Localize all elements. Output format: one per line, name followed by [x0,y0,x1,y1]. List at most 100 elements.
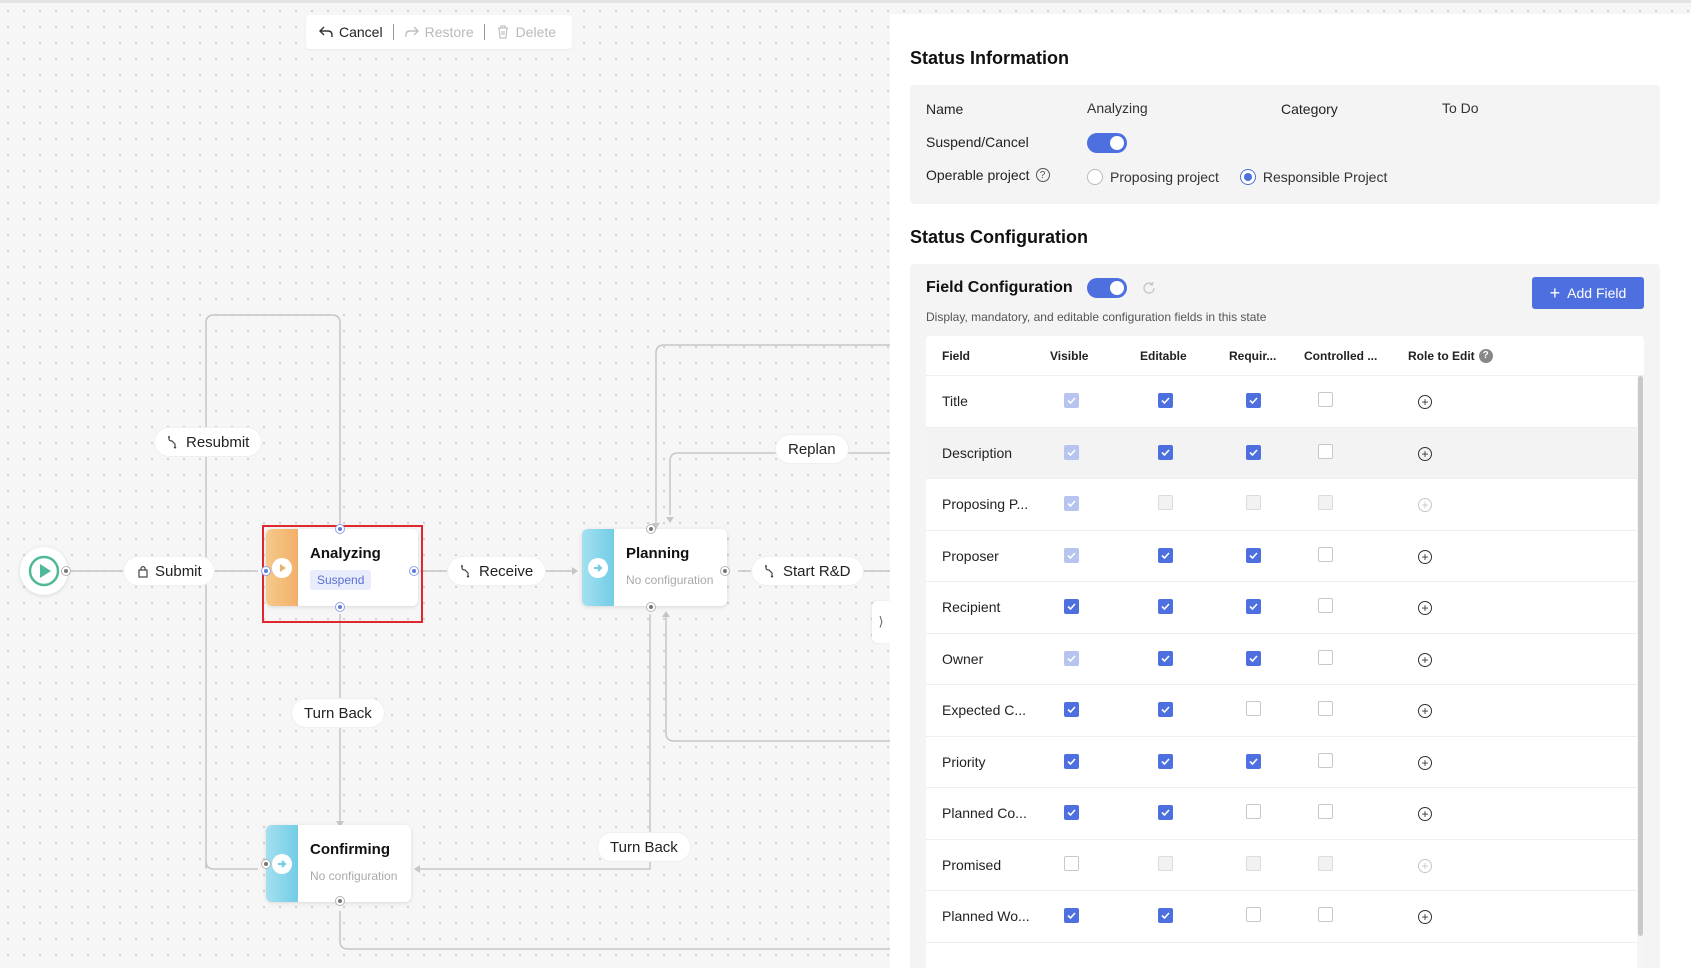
controlled-checkbox[interactable] [1318,804,1333,820]
add-role-icon[interactable]: + [1418,549,1432,564]
table-row[interactable]: Title + [926,376,1644,428]
required-checkbox[interactable] [1246,650,1261,666]
controlled-checkbox [1318,495,1333,511]
controlled-checkbox[interactable] [1318,598,1333,614]
radio-responsible-project[interactable]: Responsible Project [1239,169,1387,185]
table-scrollbar[interactable] [1637,376,1644,968]
controlled-checkbox[interactable] [1318,392,1333,408]
editable-checkbox[interactable] [1158,599,1173,615]
table-row[interactable]: Owner + [926,634,1644,685]
column-header-controlled: Controlled ... [1304,348,1378,363]
editable-checkbox[interactable] [1158,753,1173,769]
controlled-checkbox[interactable] [1318,907,1333,923]
editable-checkbox[interactable] [1158,444,1173,460]
node-port[interactable] [646,602,656,612]
editable-checkbox[interactable] [1158,547,1173,563]
table-row[interactable]: Planned Co... + [926,788,1644,840]
editable-checkbox[interactable] [1158,393,1173,409]
table-row[interactable]: Priority + [926,737,1644,788]
node-port[interactable] [646,524,656,534]
add-role-icon[interactable]: + [1418,704,1432,719]
delete-button[interactable]: Delete [491,24,560,40]
visible-checkbox[interactable] [1064,805,1079,821]
controlled-checkbox[interactable] [1318,701,1333,717]
node-planning[interactable]: Planning No configuration [582,529,727,606]
edge-submit[interactable]: Submit [124,557,214,585]
required-checkbox-cell [1229,444,1304,461]
restore-button[interactable]: Restore [400,24,478,40]
add-role-icon[interactable]: + [1418,446,1432,461]
add-role-icon[interactable]: + [1418,395,1432,410]
controlled-checkbox[interactable] [1318,546,1333,562]
node-confirming[interactable]: Confirming No configuration [266,825,411,902]
edge-start-rd[interactable]: Start R&D [752,557,863,585]
required-checkbox[interactable] [1246,701,1261,717]
edge-resubmit[interactable]: Resubmit [155,428,262,456]
node-port[interactable] [335,602,345,612]
add-role-icon[interactable]: + [1418,807,1432,822]
table-row[interactable]: Promised + [926,840,1644,891]
table-row[interactable]: Recipient + [926,582,1644,634]
node-port[interactable] [335,896,345,906]
required-checkbox [1246,495,1261,511]
editable-checkbox[interactable] [1158,805,1173,821]
editable-checkbox[interactable] [1158,702,1173,718]
edge-replan[interactable]: Replan [776,435,848,463]
column-header-required: Requir... [1229,348,1277,363]
node-port[interactable] [261,859,271,869]
required-checkbox[interactable] [1246,907,1261,923]
controlled-checkbox[interactable] [1318,649,1333,665]
controlled-checkbox-cell [1304,701,1408,719]
visible-checkbox-cell [1050,547,1140,564]
help-icon[interactable]: ? [1035,168,1050,182]
edge-receive[interactable]: Receive [448,557,546,585]
node-port[interactable] [261,566,271,576]
edge-turn-back[interactable]: Turn Back [292,699,384,727]
node-port[interactable] [335,524,345,534]
field-configuration-toggle[interactable] [1086,278,1127,298]
visible-checkbox [1064,547,1079,563]
add-field-button[interactable]: + Add Field [1532,277,1644,309]
visible-checkbox[interactable] [1064,908,1079,924]
add-role-icon[interactable]: + [1418,755,1432,770]
cancel-button[interactable]: Cancel [314,24,387,40]
add-role-icon[interactable]: + [1418,910,1432,925]
table-row[interactable]: Proposing P... + [926,479,1644,531]
visible-checkbox[interactable] [1064,599,1079,615]
edge-turn-back[interactable]: Turn Back [598,833,690,861]
node-port[interactable] [409,566,419,576]
controlled-checkbox[interactable] [1318,443,1333,459]
refresh-icon[interactable] [1141,280,1157,296]
visible-checkbox[interactable] [1064,753,1079,769]
collapse-panel-button[interactable]: ⟩ [872,601,890,643]
add-role-icon[interactable]: + [1418,601,1432,616]
table-row[interactable]: Expected C... + [926,685,1644,737]
required-checkbox[interactable] [1246,804,1261,820]
radio-proposing-project[interactable]: Proposing project [1087,169,1219,185]
required-checkbox-cell [1229,855,1304,874]
start-port[interactable] [61,566,71,576]
table-row[interactable]: Planned Wo... + [926,891,1644,943]
editable-checkbox-cell [1140,702,1229,718]
editable-checkbox[interactable] [1158,908,1173,924]
add-role-icon[interactable]: + [1418,652,1432,667]
required-checkbox[interactable] [1246,393,1261,409]
suspend-cancel-toggle[interactable] [1087,133,1127,153]
required-checkbox[interactable] [1246,753,1261,769]
help-icon[interactable]: ? [1478,348,1493,363]
node-port[interactable] [720,566,730,576]
visible-checkbox [1064,496,1079,512]
required-checkbox-cell [1229,753,1304,770]
table-row[interactable]: Description + [926,427,1644,479]
visible-checkbox[interactable] [1064,855,1079,871]
scrollbar-thumb[interactable] [1638,376,1643,936]
editable-checkbox[interactable] [1158,650,1173,666]
add-field-label: Add Field [1567,285,1627,301]
radio-label: Proposing project [1110,169,1219,185]
visible-checkbox[interactable] [1064,702,1079,718]
required-checkbox[interactable] [1246,547,1261,563]
table-row[interactable]: Proposer + [926,531,1644,582]
required-checkbox[interactable] [1246,599,1261,615]
required-checkbox[interactable] [1246,444,1261,460]
controlled-checkbox[interactable] [1318,752,1333,768]
